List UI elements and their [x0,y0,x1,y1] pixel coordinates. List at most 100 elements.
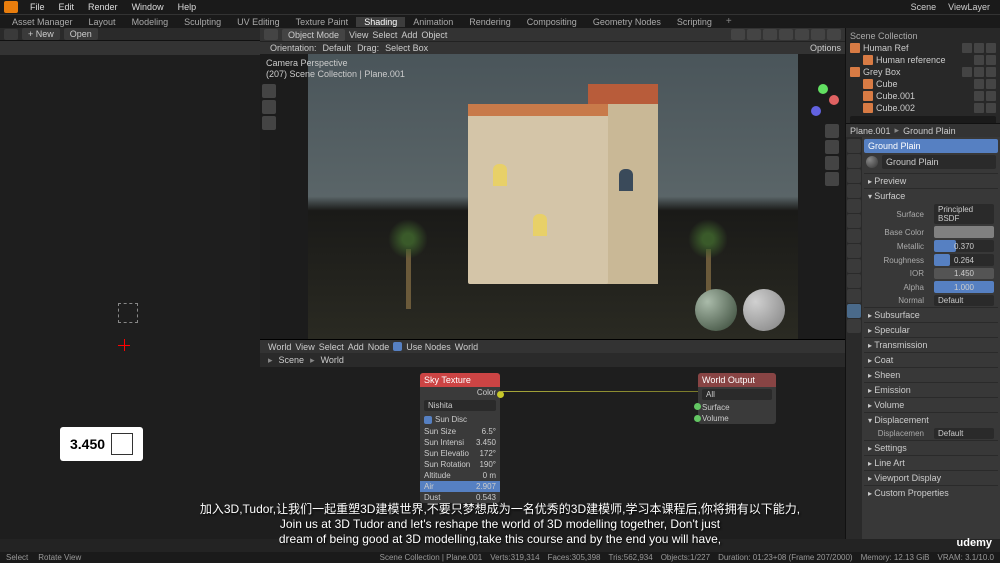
subsurface-section[interactable]: Subsurface [864,307,998,322]
breadcrumb-scene[interactable]: Scene [279,355,305,365]
node-title[interactable]: Sky Texture [420,373,500,387]
color-output-socket-dot[interactable] [497,391,504,398]
shading-solid-icon[interactable] [795,29,809,40]
menu-window[interactable]: Window [126,2,170,12]
sun-disc-checkbox[interactable] [424,416,432,424]
tab-scripting[interactable]: Scripting [669,17,720,27]
menu-node[interactable]: Node [368,342,390,352]
menu-file[interactable]: File [24,2,51,12]
alpha-slider[interactable]: 1.000 [934,281,994,293]
visibility-toggle[interactable] [974,79,984,89]
material-slot[interactable]: Ground Plain [864,139,998,153]
menu-select[interactable]: Select [319,342,344,352]
transmission-section[interactable]: Transmission [864,337,998,352]
volume-section[interactable]: Volume [864,397,998,412]
new-button[interactable]: + New [22,28,60,40]
ior-value[interactable]: 1.450 [934,268,994,279]
scene-name[interactable]: Scene [911,2,937,12]
shading-wireframe-icon[interactable] [779,29,793,40]
air-value[interactable]: 2.907 [476,482,496,491]
add-workspace-button[interactable]: + [720,16,738,27]
tab-geometry-nodes[interactable]: Geometry Nodes [585,17,669,27]
sun-rotation-value[interactable]: 190° [479,460,496,469]
tab-compositing[interactable]: Compositing [519,17,585,27]
output-tab-icon[interactable] [847,154,861,168]
shader-type-dropdown[interactable]: World [268,342,291,352]
tab-animation[interactable]: Animation [405,17,461,27]
outliner-item[interactable]: Cube.002 [848,102,998,114]
camera-tool-icon[interactable] [825,156,839,170]
emission-section[interactable]: Emission [864,382,998,397]
altitude-value[interactable]: 0 m [483,471,496,480]
menu-help[interactable]: Help [172,2,203,12]
menu-object[interactable]: Object [421,30,447,40]
modifier-tab-icon[interactable] [847,229,861,243]
menu-add[interactable]: Add [401,30,417,40]
metallic-slider[interactable]: 0.370 [934,240,994,252]
menu-render[interactable]: Render [82,2,124,12]
sun-size-value[interactable]: 6.5° [482,427,496,436]
visibility-toggle[interactable] [974,103,984,113]
gizmo-x-axis[interactable] [829,95,839,105]
orbit-icon[interactable] [262,116,276,130]
line-art-section[interactable]: Line Art [864,455,998,470]
sky-type-dropdown[interactable]: Nishita [424,400,496,411]
world-output-node[interactable]: World Output All Surface Volume [698,373,776,424]
volume-input-socket[interactable] [694,415,701,422]
node-title[interactable]: World Output [698,373,776,387]
zoom-tool-icon[interactable] [825,124,839,138]
sky-texture-node[interactable]: Sky Texture Color Nishita Sun Disc Sun S… [420,373,500,503]
outliner-header[interactable]: Scene Collection [848,30,998,42]
outliner-item[interactable]: Cube.001 [848,90,998,102]
surface-section[interactable]: Surface [864,188,998,203]
outliner-collection[interactable]: Grey Box [848,66,998,78]
exclude-toggle[interactable] [962,67,972,77]
pan-icon[interactable] [262,100,276,114]
render-toggle[interactable] [986,79,996,89]
viewlayer-tab-icon[interactable] [847,169,861,183]
preview-section[interactable]: Preview [864,173,998,188]
displacement-section[interactable]: Displacement [864,412,998,427]
visibility-toggle[interactable] [974,55,984,65]
surface-shader-dropdown[interactable]: Principled BSDF [934,204,994,224]
xray-icon[interactable] [763,29,777,40]
gizmo-z-axis[interactable] [811,106,821,116]
volume-input-label[interactable]: Volume [702,414,729,423]
surface-input-socket[interactable] [694,403,701,410]
scene-tab-icon[interactable] [847,184,861,198]
node-link[interactable] [500,391,698,392]
texture-tab-icon[interactable] [847,319,861,333]
displacement-dropdown[interactable]: Default [934,428,994,439]
persp-tool-icon[interactable] [825,172,839,186]
breadcrumb-object[interactable]: Plane.001 [850,126,891,136]
custom-properties-section[interactable]: Custom Properties [864,485,998,500]
sun-elevation-value[interactable]: 172° [479,449,496,458]
editor-type-icon[interactable] [4,29,18,40]
menu-view[interactable]: View [295,342,314,352]
tab-asset-manager[interactable]: Asset Manager [4,17,81,27]
orientation-dropdown[interactable]: Default [323,43,352,53]
nav-gizmo[interactable] [807,84,839,116]
open-button[interactable]: Open [64,28,98,40]
visibility-toggle[interactable] [974,91,984,101]
outliner-item[interactable]: Human reference [848,54,998,66]
color-output-socket[interactable]: Color [477,388,496,397]
shading-rendered-icon[interactable] [827,29,841,40]
visibility-toggle[interactable] [974,43,984,53]
use-nodes-checkbox[interactable] [393,342,402,351]
shading-material-icon[interactable] [811,29,825,40]
snap-icon[interactable] [731,29,745,40]
target-dropdown[interactable]: All [702,389,772,400]
tab-sculpting[interactable]: Sculpting [176,17,229,27]
normal-dropdown[interactable]: Default [934,295,994,306]
viewport-3d[interactable]: Camera Perspective (207) Scene Collectio… [260,54,845,339]
material-name-field[interactable]: Ground Plain [882,155,996,169]
tab-layout[interactable]: Layout [81,17,124,27]
render-toggle[interactable] [986,67,996,77]
tab-modeling[interactable]: Modeling [124,17,177,27]
options-button[interactable]: Options [810,43,841,53]
editor-type-icon[interactable] [264,29,278,40]
menu-edit[interactable]: Edit [53,2,81,12]
drag-mode-dropdown[interactable]: Select Box [385,43,428,53]
menu-select[interactable]: Select [372,30,397,40]
